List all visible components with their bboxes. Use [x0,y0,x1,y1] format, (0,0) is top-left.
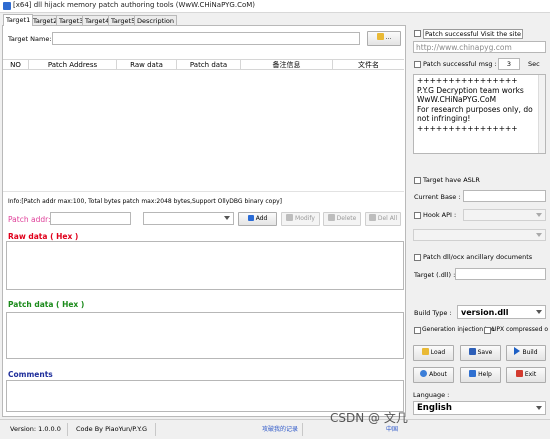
code-by-text: Code By PiaoYun/P.Y.G [72,423,156,436]
target-aslr-checkbox[interactable] [414,177,421,184]
browse-button[interactable]: ... [367,31,401,46]
delete-icon [327,214,335,221]
col-patch-data: Patch data [177,60,241,70]
add-icon [247,215,254,221]
sec-label: Sec [528,60,540,68]
hook-api-checkbox[interactable] [414,212,421,219]
raw-data-title: Raw data ( Hex ) [8,232,79,241]
watermark-text: CSDN @ 文几 [330,411,408,425]
build-button[interactable]: Build [506,345,546,361]
patch-data-title: Patch data ( Hex ) [8,300,85,309]
patch-table-header: NO Patch Address Raw data Patch data 备注信… [3,59,404,70]
save-icon [468,348,476,355]
load-button[interactable]: Load [413,345,454,361]
col-no: NO [3,60,29,70]
delete-button[interactable]: Delete [323,212,361,226]
window-title: [x64] dll hijack memory patch authoring … [13,1,256,9]
delete-all-icon [368,214,376,221]
chevron-down-icon [536,213,542,217]
patch-dll-checkbox[interactable] [414,254,421,261]
modify-icon [286,214,294,221]
patch-msg-checkbox[interactable] [414,61,421,68]
col-raw-data: Raw data [117,60,177,70]
about-button[interactable]: About [413,367,454,383]
gen-injection-checkbox[interactable] [414,327,421,334]
app-icon [3,2,11,10]
current-base-label: Current Base : [414,193,461,201]
raw-data-input[interactable] [6,241,404,290]
patch-dll-label: Patch dll/ocx ancillary documents [423,253,533,261]
comments-input[interactable] [6,380,404,412]
upx-checkbox[interactable] [484,327,491,334]
play-icon [514,347,521,355]
target-name-label: Target Name: [8,35,52,43]
info-icon [420,370,428,377]
site-url-input[interactable]: http://www.chinapyg.com [413,41,546,53]
modify-button[interactable]: Modify [281,212,320,226]
upx-label: UPX compressed output [492,326,548,333]
target-dll-input[interactable] [455,268,546,280]
msg-scrollbar[interactable] [538,75,545,153]
save-button[interactable]: Save [460,345,501,361]
target-dll-label: Target (.dll) : [414,271,456,279]
patch-msg-label: Patch successful msg : [423,60,497,68]
col-filename: 文件名 [358,61,379,69]
col-patch-address: Patch Address [29,60,117,70]
help-icon [469,370,477,377]
tab-target1[interactable]: Target1 [3,14,34,26]
build-type-label: Build Type : [414,309,452,317]
status-bar: Version: 1.0.0.0 Code By PiaoYun/P.Y.G 攻… [0,411,550,439]
version-text: Version: 1.0.0.0 [6,423,68,436]
forum-link[interactable]: 攻破我的记录 [258,423,304,436]
msg-seconds-input[interactable]: 3 [498,58,520,70]
chevron-down-icon [536,233,542,237]
hook-api-label: Hook API : [423,211,457,219]
info-text: Info:[Patch addr max:100, Total bytes pa… [8,198,283,205]
add-button[interactable]: Add [238,212,277,226]
folder-icon [376,33,384,40]
patch-addr-input[interactable] [50,212,131,225]
language-select[interactable]: English [413,401,546,415]
help-button[interactable]: Help [460,367,501,383]
hook-api-function-select[interactable] [413,229,546,241]
target-aslr-label: Target have ASLR [423,176,480,184]
comments-title: Comments [8,370,53,379]
target-name-input[interactable] [52,32,360,45]
title-bar: [x64] dll hijack memory patch authoring … [0,0,550,13]
build-type-select[interactable]: version.dll [457,305,546,319]
patch-data-input[interactable] [6,312,404,359]
patch-file-select[interactable] [143,212,234,225]
col-remarks: 备注信息 [241,60,333,70]
folder-open-icon [421,348,429,355]
patch-addr-label: Patch addr: [8,215,51,224]
chevron-down-icon [536,310,542,314]
exit-button[interactable]: Exit [506,367,546,383]
chevron-down-icon [224,216,230,220]
hook-api-select[interactable] [463,209,546,221]
patch-visit-label: Patch successful Visit the site [423,29,524,39]
patch-msg-textarea[interactable]: ++++++++++++++++ P.Y.G Decryption team w… [413,74,546,154]
del-all-button[interactable]: Del All [365,212,401,226]
patch-table[interactable] [3,70,404,192]
language-label: Language : [413,391,450,399]
current-base-input[interactable] [463,190,546,202]
chevron-down-icon [536,406,542,410]
exit-icon [515,370,523,377]
patch-visit-checkbox[interactable] [414,30,421,37]
